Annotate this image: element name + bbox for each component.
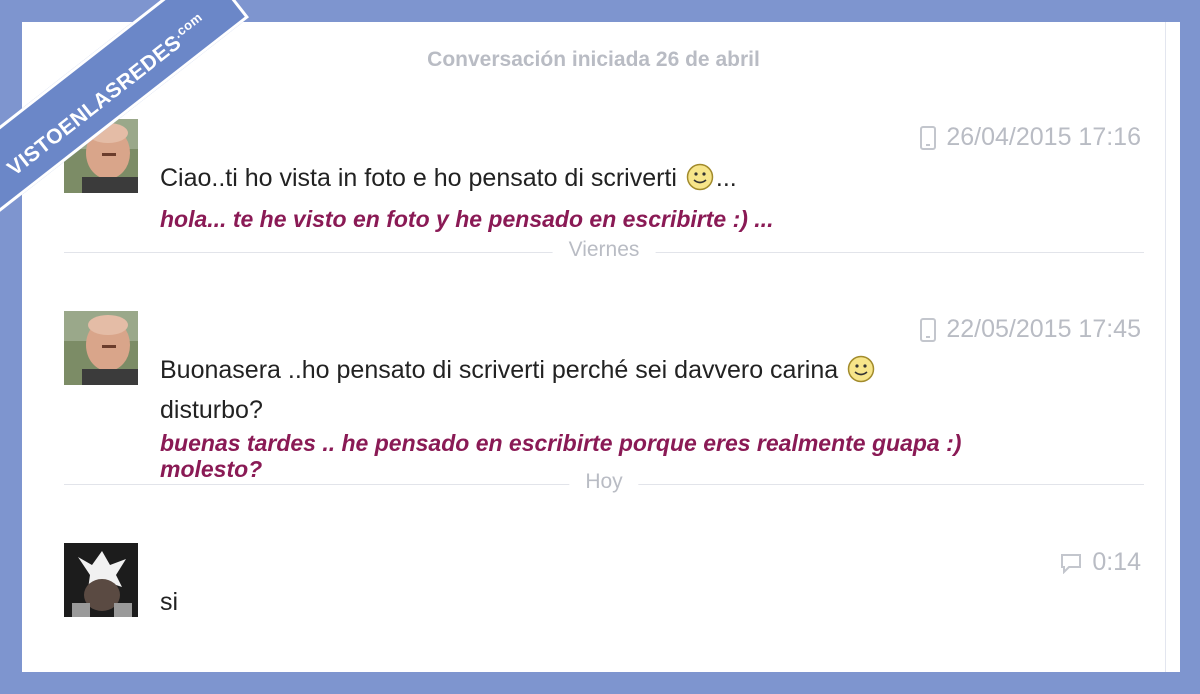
chat-bubble-icon <box>1061 553 1082 574</box>
day-separator: Viernes <box>64 238 1144 268</box>
timestamp-text: 26/04/2015 17:16 <box>946 123 1141 151</box>
message-timestamp: 26/04/2015 17:16 <box>920 123 1141 152</box>
separator-label: Hoy <box>569 470 639 494</box>
message-timestamp: 22/05/2015 17:45 <box>920 315 1141 344</box>
mobile-icon <box>920 317 937 342</box>
message-text-line2: disturbo? <box>160 396 263 424</box>
timestamp-text: 22/05/2015 17:45 <box>946 315 1141 343</box>
message-text: Ciao..ti ho vista in foto e ho pensato d… <box>160 162 737 194</box>
message-body: Ciao..ti ho vista in foto e ho pensato d… <box>160 164 677 192</box>
mobile-icon <box>920 125 937 150</box>
smiley-icon <box>847 355 875 383</box>
day-separator: Hoy <box>64 470 1144 500</box>
message-text: Buonasera ..ho pensato di scriverti perc… <box>160 354 877 386</box>
message-body: Buonasera ..ho pensato di scriverti perc… <box>160 356 839 384</box>
timestamp-text: 0:14 <box>1092 548 1141 576</box>
translation-text: hola... te he visto en foto y he pensado… <box>160 206 774 232</box>
avatar-sender[interactable] <box>64 311 138 385</box>
chat-panel: Conversación iniciada 26 de abril 26/04/… <box>22 22 1165 672</box>
avatar-recipient[interactable] <box>64 543 138 617</box>
message-ellipsis: ... <box>715 164 737 192</box>
message-text: si <box>160 588 179 616</box>
separator-label: Viernes <box>552 238 656 262</box>
message-timestamp: 0:14 <box>1060 548 1141 577</box>
translation-text: buenas tardes .. he pensado en escribirt… <box>160 430 962 456</box>
smiley-icon <box>686 163 714 191</box>
panel-edge <box>1165 22 1180 672</box>
watermark-suffix: .com <box>170 9 206 42</box>
